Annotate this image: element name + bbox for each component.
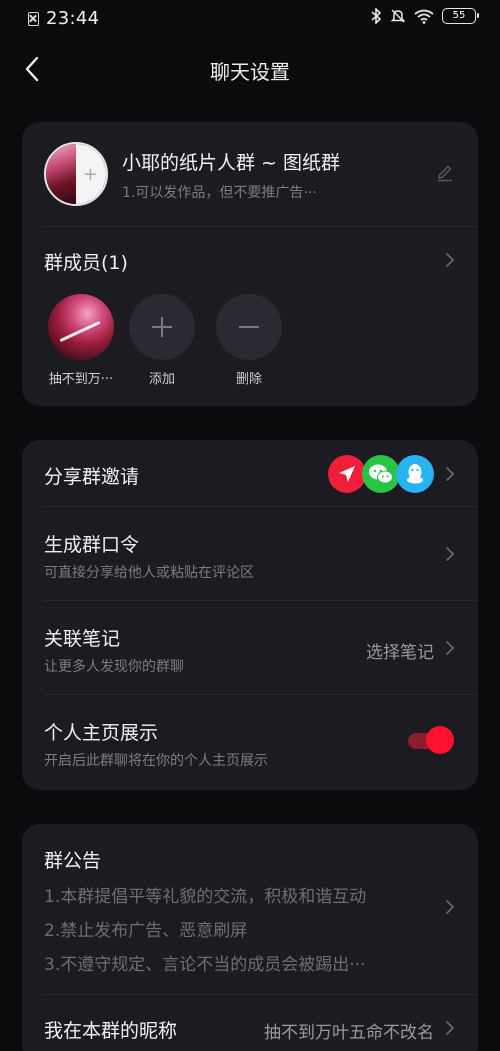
- toggle-knob: [426, 726, 454, 754]
- group-name[interactable]: 小耶的纸片人群 ~ 图纸群: [122, 148, 340, 175]
- announcement-card: 群公告 1.本群提倡平等礼貌的交流，积极和谐互动 2.禁止发布广告、恶意刷屏 3…: [22, 824, 478, 1051]
- linked-note-title[interactable]: 关联笔记: [44, 624, 120, 651]
- divider: [44, 226, 478, 227]
- sim-off-icon: [28, 11, 39, 26]
- remove-member-label: 删除: [235, 372, 262, 387]
- nickname-title[interactable]: 我在本群的昵称: [44, 1016, 177, 1043]
- divider: [44, 994, 478, 995]
- add-member-button[interactable]: [129, 294, 195, 360]
- settings-card: 分享群邀请 生成群口令 可直接分享给他人或粘贴在评论区 关联笔记 让更多人发现你…: [22, 440, 478, 790]
- chevron-right-icon[interactable]: [442, 1021, 456, 1035]
- announcement-line: 3.不遵守规定、言论不当的成员会被踢出···: [44, 955, 366, 975]
- divider: [44, 600, 478, 601]
- bluetooth-icon: [370, 8, 382, 24]
- chevron-right-icon[interactable]: [442, 641, 456, 655]
- member-name: 抽不到万···: [48, 372, 114, 387]
- select-note-value[interactable]: 选择笔记: [366, 638, 434, 663]
- group-avatar-image: [46, 144, 76, 204]
- announcement-line: 1.本群提倡平等礼貌的交流，积极和谐互动: [44, 887, 367, 907]
- nav-bar: 聊天设置: [0, 44, 500, 94]
- wifi-icon: [414, 9, 434, 24]
- share-icons: [328, 455, 434, 493]
- wechat-icon[interactable]: [362, 455, 400, 493]
- qq-icon[interactable]: [396, 455, 434, 493]
- status-left: 23:44: [28, 8, 99, 29]
- chevron-right-icon[interactable]: [442, 547, 456, 561]
- remove-member-button[interactable]: [216, 294, 282, 360]
- status-time: 23:44: [46, 8, 100, 29]
- chevron-right-icon[interactable]: [442, 900, 456, 914]
- share-red-icon[interactable]: [328, 455, 366, 493]
- chevron-right-icon[interactable]: [442, 467, 456, 481]
- group-password-title[interactable]: 生成群口令: [44, 530, 139, 557]
- status-bar: 23:44 55: [0, 0, 500, 40]
- divider: [44, 694, 478, 695]
- announcement-line: 2.禁止发布广告、恶意刷屏: [44, 921, 248, 941]
- chevron-right-icon[interactable]: [442, 253, 456, 267]
- add-member-label: 添加: [148, 372, 175, 387]
- profile-display-subtitle: 开启后此群聊将在你的个人主页展示: [44, 753, 268, 769]
- plus-icon: [129, 294, 195, 360]
- mute-icon: [390, 8, 406, 24]
- page-title: 聊天设置: [210, 60, 290, 84]
- profile-display-title: 个人主页展示: [44, 722, 159, 744]
- group-info-card: + 小耶的纸片人群 ~ 图纸群 1.可以发作品，但不要推广告··· 群成员(1)…: [22, 122, 478, 406]
- battery-icon: 55: [442, 8, 479, 24]
- group-avatar[interactable]: +: [44, 142, 108, 206]
- members-title[interactable]: 群成员(1): [44, 248, 128, 275]
- group-description[interactable]: 1.可以发作品，但不要推广告···: [122, 182, 317, 202]
- share-invite-title[interactable]: 分享群邀请: [44, 462, 139, 489]
- linked-note-subtitle: 让更多人发现你的群聊: [44, 659, 184, 675]
- edit-icon[interactable]: [436, 164, 454, 182]
- status-right: 55: [370, 8, 479, 24]
- profile-display-toggle[interactable]: [404, 726, 454, 754]
- divider: [44, 506, 478, 507]
- nickname-value[interactable]: 抽不到万叶五命不改名: [264, 1018, 434, 1043]
- minus-icon: [216, 294, 282, 360]
- plus-icon: +: [82, 164, 98, 185]
- member-avatar[interactable]: [48, 294, 114, 360]
- group-password-subtitle: 可直接分享给他人或粘贴在评论区: [44, 565, 254, 581]
- announcement-title[interactable]: 群公告: [44, 846, 101, 873]
